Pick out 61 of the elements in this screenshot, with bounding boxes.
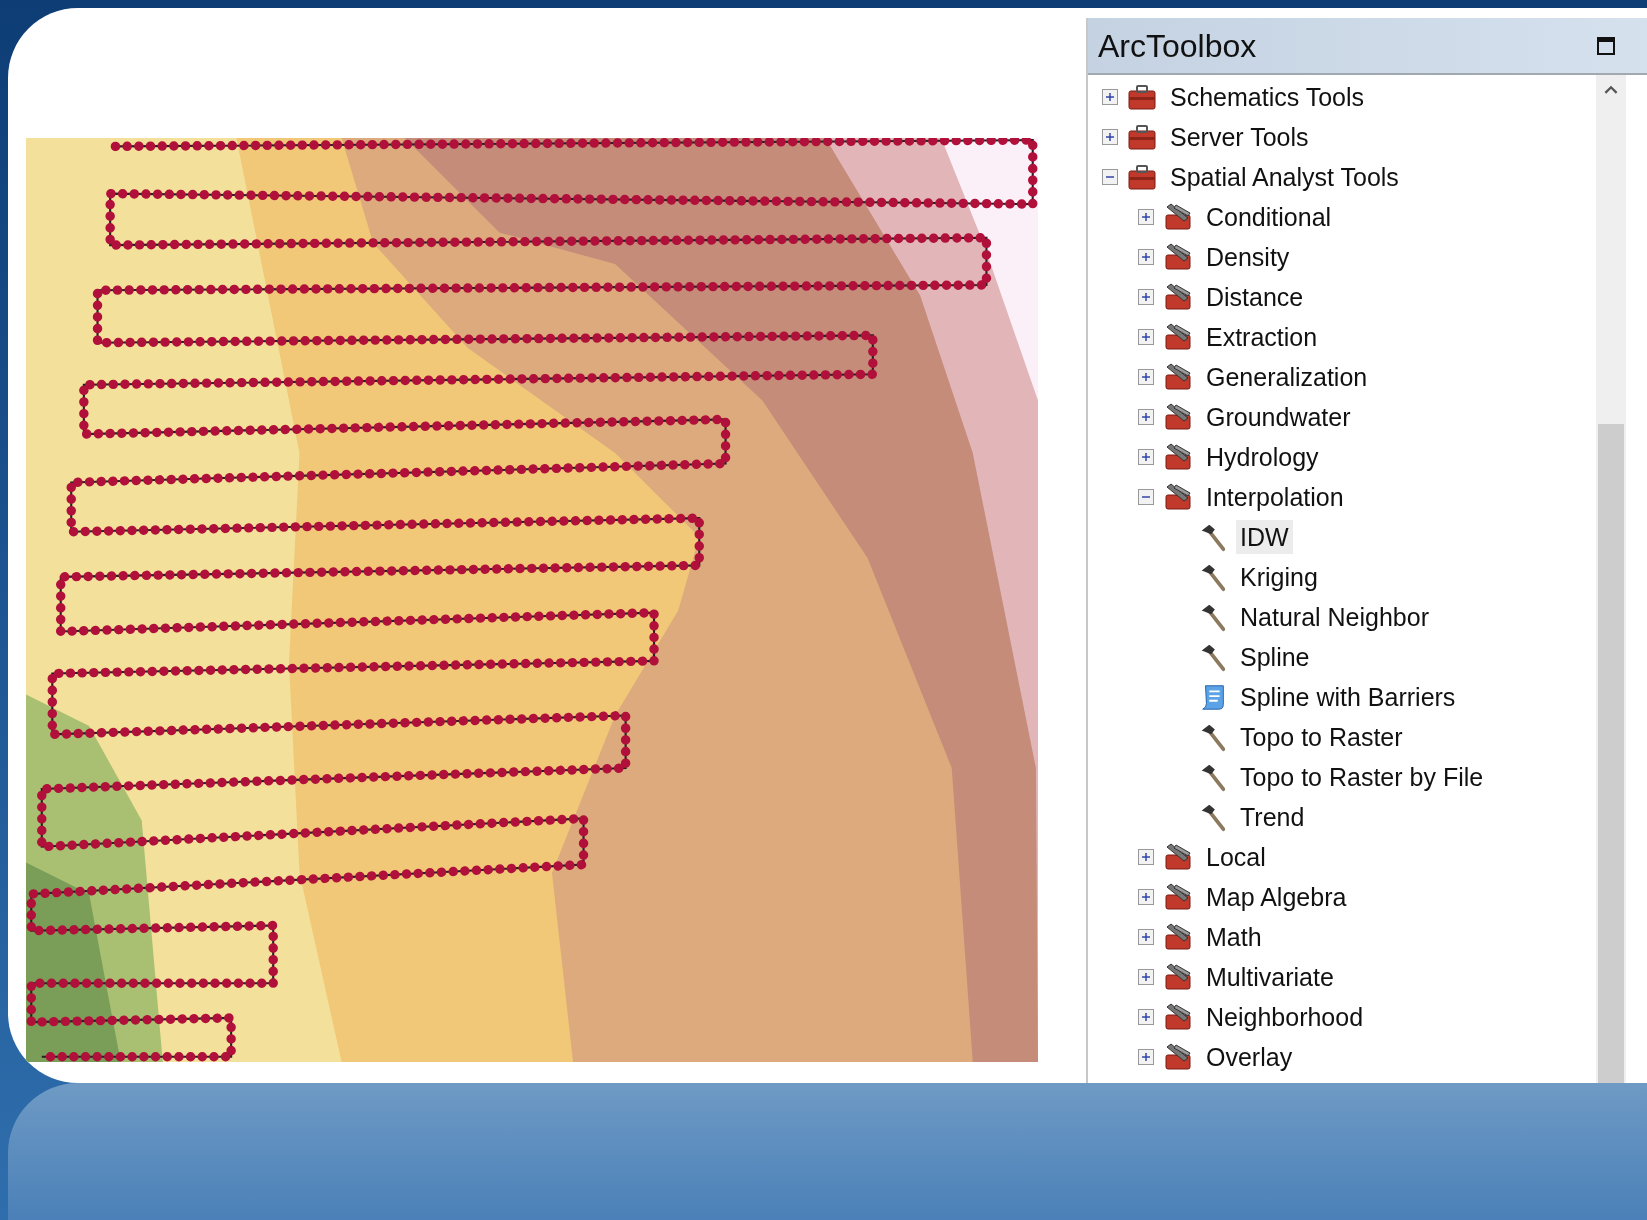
tree-item[interactable]: Density xyxy=(1202,240,1294,274)
tree-item[interactable]: Spatial Analyst Tools xyxy=(1166,160,1403,194)
tree-item[interactable]: Natural Neighbor xyxy=(1236,600,1433,634)
tree-item[interactable]: Kriging xyxy=(1236,560,1322,594)
toolset-icon xyxy=(1162,441,1194,473)
tree-item[interactable]: IDW xyxy=(1236,520,1293,554)
expand-button[interactable] xyxy=(1138,249,1154,265)
toolset-icon xyxy=(1162,1041,1194,1073)
tree-item[interactable]: Topo to Raster by File xyxy=(1236,760,1488,794)
expand-button[interactable] xyxy=(1138,449,1154,465)
scroll-thumb[interactable] xyxy=(1598,424,1624,1083)
tree-item[interactable]: Server Tools xyxy=(1166,120,1313,154)
tree-item[interactable]: Trend xyxy=(1236,800,1309,834)
expand-button[interactable] xyxy=(1102,129,1118,145)
scroll-up-icon[interactable] xyxy=(1604,85,1618,94)
tree-item[interactable]: Groundwater xyxy=(1202,400,1355,434)
expand-button[interactable] xyxy=(1138,969,1154,985)
expand-button[interactable] xyxy=(1138,889,1154,905)
toolset-icon xyxy=(1162,281,1194,313)
expand-button[interactable] xyxy=(1138,369,1154,385)
tree-item[interactable]: Overlay xyxy=(1202,1040,1297,1074)
expand-button[interactable] xyxy=(1138,1049,1154,1065)
tree-item[interactable]: Distance xyxy=(1202,280,1308,314)
expand-button[interactable] xyxy=(1102,89,1118,105)
collapse-button[interactable] xyxy=(1138,489,1154,505)
expand-button[interactable] xyxy=(1138,209,1154,225)
toolset-icon xyxy=(1162,961,1194,993)
collapse-button[interactable] xyxy=(1102,169,1118,185)
tree-item[interactable]: Math xyxy=(1202,920,1266,954)
maximize-icon[interactable] xyxy=(1596,35,1616,56)
scrollbar[interactable] xyxy=(1596,75,1626,1083)
panel-title: ArcToolbox xyxy=(1098,26,1257,66)
toolset-icon xyxy=(1162,401,1194,433)
toolset-icon xyxy=(1162,881,1194,913)
tree-item[interactable]: Local xyxy=(1202,840,1270,874)
expand-button[interactable] xyxy=(1138,409,1154,425)
expand-button[interactable] xyxy=(1138,329,1154,345)
toolset-icon xyxy=(1162,481,1194,513)
tree-item[interactable]: Hydrology xyxy=(1202,440,1323,474)
tree-item[interactable]: Neighborhood xyxy=(1202,1000,1368,1034)
expand-button[interactable] xyxy=(1138,929,1154,945)
tree-item[interactable]: Topo to Raster xyxy=(1236,720,1407,754)
toolset-icon xyxy=(1162,361,1194,393)
expand-button[interactable] xyxy=(1138,1009,1154,1025)
tree-item[interactable]: Schematics Tools xyxy=(1166,80,1369,114)
tree-item[interactable]: Spline with Barriers xyxy=(1236,680,1460,714)
tree-item[interactable]: Interpolation xyxy=(1202,480,1348,514)
toolset-icon xyxy=(1162,1001,1194,1033)
tree-item[interactable]: Conditional xyxy=(1202,200,1336,234)
tree-item[interactable]: Extraction xyxy=(1202,320,1322,354)
toolset-icon xyxy=(1162,841,1194,873)
tree-item[interactable]: Spline xyxy=(1236,640,1314,674)
tree-item[interactable]: Generalization xyxy=(1202,360,1372,394)
expand-button[interactable] xyxy=(1138,289,1154,305)
tree-item[interactable]: Multivariate xyxy=(1202,960,1338,994)
toolset-icon xyxy=(1162,921,1194,953)
toolset-icon xyxy=(1162,241,1194,273)
toolset-icon xyxy=(1162,321,1194,353)
toolset-icon xyxy=(1162,201,1194,233)
expand-button[interactable] xyxy=(1138,849,1154,865)
tree-item[interactable]: Map Algebra xyxy=(1202,880,1351,914)
